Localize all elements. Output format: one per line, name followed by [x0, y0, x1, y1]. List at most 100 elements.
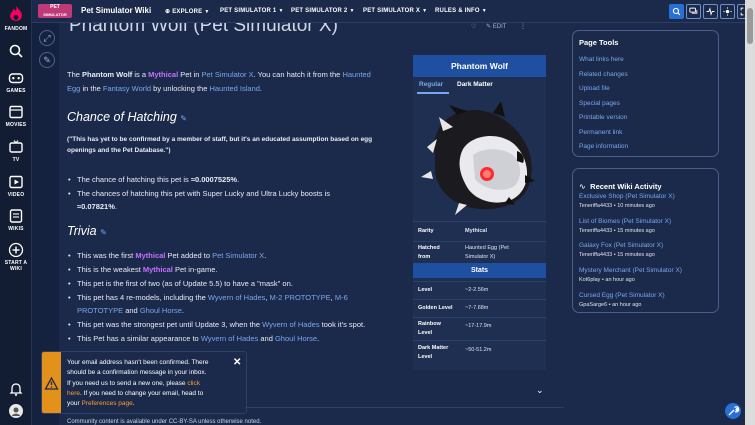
theme-toggle-button[interactable]	[720, 4, 735, 19]
nav-label: PET SIMULATOR 1	[220, 8, 277, 14]
rarity-link[interactable]: Mythical	[465, 228, 487, 234]
license-footer: Community content is available under CC-…	[67, 419, 262, 425]
nav-pet-sim-x[interactable]: PET SIMULATOR X ▼	[363, 8, 427, 14]
click-here-link[interactable]: click	[187, 380, 200, 387]
row-value: ~7-7.68m	[465, 305, 489, 311]
rail-video[interactable]: VIDEO	[0, 174, 32, 198]
psx-link[interactable]: Pet Simulator X	[212, 251, 264, 260]
hatched-link-2[interactable]: Simulator X)	[465, 254, 495, 260]
wiki-name[interactable]: Pet Simulator Wiki	[81, 6, 151, 15]
mythical-link[interactable]: Mythical	[148, 70, 178, 79]
wyvern-link[interactable]: Wyvern of Hades	[201, 334, 258, 343]
rail-label: VIDEO	[7, 192, 25, 198]
click-here-link-2[interactable]: here	[67, 390, 80, 397]
mythical-link[interactable]: Mythical	[143, 265, 173, 274]
toast-message: Your email address hasn't been confirmed…	[67, 358, 227, 409]
nav-pet-sim-1[interactable]: PET SIMULATOR 1 ▼	[220, 8, 284, 14]
tool-link[interactable]: Permanent link	[579, 129, 622, 136]
logo-line-1: PET	[50, 4, 60, 10]
search-button[interactable]	[0, 43, 32, 61]
tool-link[interactable]: Upload file	[579, 85, 610, 92]
activity-item-link[interactable]: Galaxy Fox (Pet Simulator X)	[579, 242, 663, 249]
rail-label: TV	[12, 157, 20, 163]
tool-link[interactable]: What links here	[579, 56, 624, 63]
user-avatar[interactable]	[0, 403, 32, 421]
tool-link[interactable]: Related changes	[579, 71, 628, 78]
tab-regular[interactable]: Regular	[419, 81, 443, 88]
search-button[interactable]	[669, 4, 684, 19]
fantasy-world-link[interactable]: Fantasy World	[103, 84, 151, 93]
wyvern-link[interactable]: Wyvern of Hades	[208, 293, 265, 302]
haunted-egg-link[interactable]: Haunted	[342, 70, 370, 79]
right-rail: Page Tools What links here Related chang…	[564, 23, 745, 425]
nav-rules-info[interactable]: RULES & INFO ▼	[435, 8, 487, 14]
wiki-logo[interactable]: PET SIMULATOR	[38, 4, 72, 18]
edit-section-icon[interactable]: ✎	[100, 228, 107, 237]
rail-tv[interactable]: TV	[0, 139, 32, 163]
scrollbar-thumb[interactable]	[747, 8, 753, 44]
sun-icon	[723, 7, 732, 16]
rail-wikis[interactable]: WIKIS	[0, 208, 32, 232]
rail-movies[interactable]: MOVIES	[0, 104, 32, 128]
row-value: ~17-17.9m	[465, 323, 492, 329]
stat-row: Dark Matter Level ~50-51.2m	[413, 340, 546, 364]
nav-explore[interactable]: ⊕ EXPLORE ▼	[165, 8, 209, 15]
rail-label: WIKIS	[8, 226, 24, 232]
chevron-down-icon[interactable]: ⌄	[536, 385, 544, 396]
logo-line-2: SIMULATOR	[43, 12, 67, 17]
toast-warning-strip	[42, 352, 61, 413]
plus-icon	[8, 242, 24, 258]
search-icon	[9, 44, 23, 58]
fandom-home[interactable]: FANDOM	[0, 4, 32, 32]
row-key: Level	[418, 287, 433, 293]
haunted-egg-link-2[interactable]: Egg	[67, 84, 80, 93]
page-title: Phantom Wolf (Pet Simulator X)	[69, 23, 338, 36]
haunted-island-link[interactable]: Haunted Island	[209, 84, 259, 93]
activity-button[interactable]	[703, 4, 718, 19]
psx-link[interactable]: Pet Simulator X	[202, 70, 254, 79]
section-heading-trivia: Trivia ✎	[67, 224, 107, 238]
m6-link-2[interactable]: PROTOTYPE	[77, 306, 123, 315]
rail-start-wiki[interactable]: START A WIKI	[0, 242, 32, 272]
edit-section-icon[interactable]: ✎	[180, 114, 187, 123]
expand-content-button[interactable]: ⤢	[39, 30, 55, 46]
edit-pencil-button[interactable]: ✎	[39, 52, 55, 68]
tab-dark-matter[interactable]: Dark Matter	[457, 81, 493, 88]
page-scrollbar[interactable]	[745, 0, 755, 425]
m2-link[interactable]: M-2 PROTOTYPE	[270, 293, 331, 302]
ghoul-horse-link[interactable]: Ghoul Horse	[275, 334, 317, 343]
activity-item-link[interactable]: List of Biomes (Pet Simulator X)	[579, 218, 671, 225]
nav-pet-sim-2[interactable]: PET SIMULATOR 2 ▼	[291, 8, 355, 14]
page-tools-card: Page Tools What links here Related chang…	[572, 30, 719, 157]
hatched-link[interactable]: Haunted Egg (Pet	[465, 245, 509, 251]
fandom-flame-icon	[10, 6, 22, 21]
activity-item-meta: Teneriffa4433 • 10 minutes ago	[579, 203, 655, 209]
activity-item-link[interactable]: Mystery Merchant (Pet Simulator X)	[579, 267, 682, 274]
collapse-icon: ⤢	[43, 33, 51, 43]
wyvern-link[interactable]: Wyvern of Hades	[262, 320, 319, 329]
tools-button[interactable]	[725, 403, 741, 419]
video-icon	[9, 175, 23, 189]
more-options-icon[interactable]: ⋮	[520, 24, 526, 30]
stat-row: Rainbow Level ~17-17.9m	[413, 317, 546, 339]
mythical-link[interactable]: Mythical	[135, 251, 165, 260]
activity-item-link[interactable]: Cursed Egg (Pet Simulator X)	[579, 292, 665, 299]
chevron-down-icon: ▼	[278, 8, 284, 14]
m6-link[interactable]: M-6	[335, 293, 348, 302]
edit-button[interactable]: ✎ EDIT	[486, 24, 506, 30]
infobox-row-hatched: Hatched from Haunted Egg (Pet Simulator …	[413, 241, 546, 263]
tool-link[interactable]: Printable version	[579, 114, 627, 121]
preferences-link[interactable]: Preferences page	[81, 400, 132, 407]
activity-title: Recent Wiki Activity	[590, 182, 662, 191]
close-icon[interactable]: ✕	[233, 357, 241, 368]
tool-link[interactable]: Page information	[579, 143, 628, 150]
ghoul-horse-link[interactable]: Ghoul Horse	[140, 306, 182, 315]
tool-link[interactable]: Special pages	[579, 100, 620, 107]
heading-text: Trivia	[67, 224, 97, 238]
notifications-button[interactable]	[0, 381, 32, 399]
activity-item-link[interactable]: Exclusive Shop (Pet Simulator X)	[579, 193, 675, 200]
rail-games[interactable]: GAMES	[0, 70, 32, 94]
heart-icon[interactable]: ♡	[471, 24, 476, 30]
bell-icon	[9, 383, 23, 396]
discussions-button[interactable]	[686, 4, 701, 19]
